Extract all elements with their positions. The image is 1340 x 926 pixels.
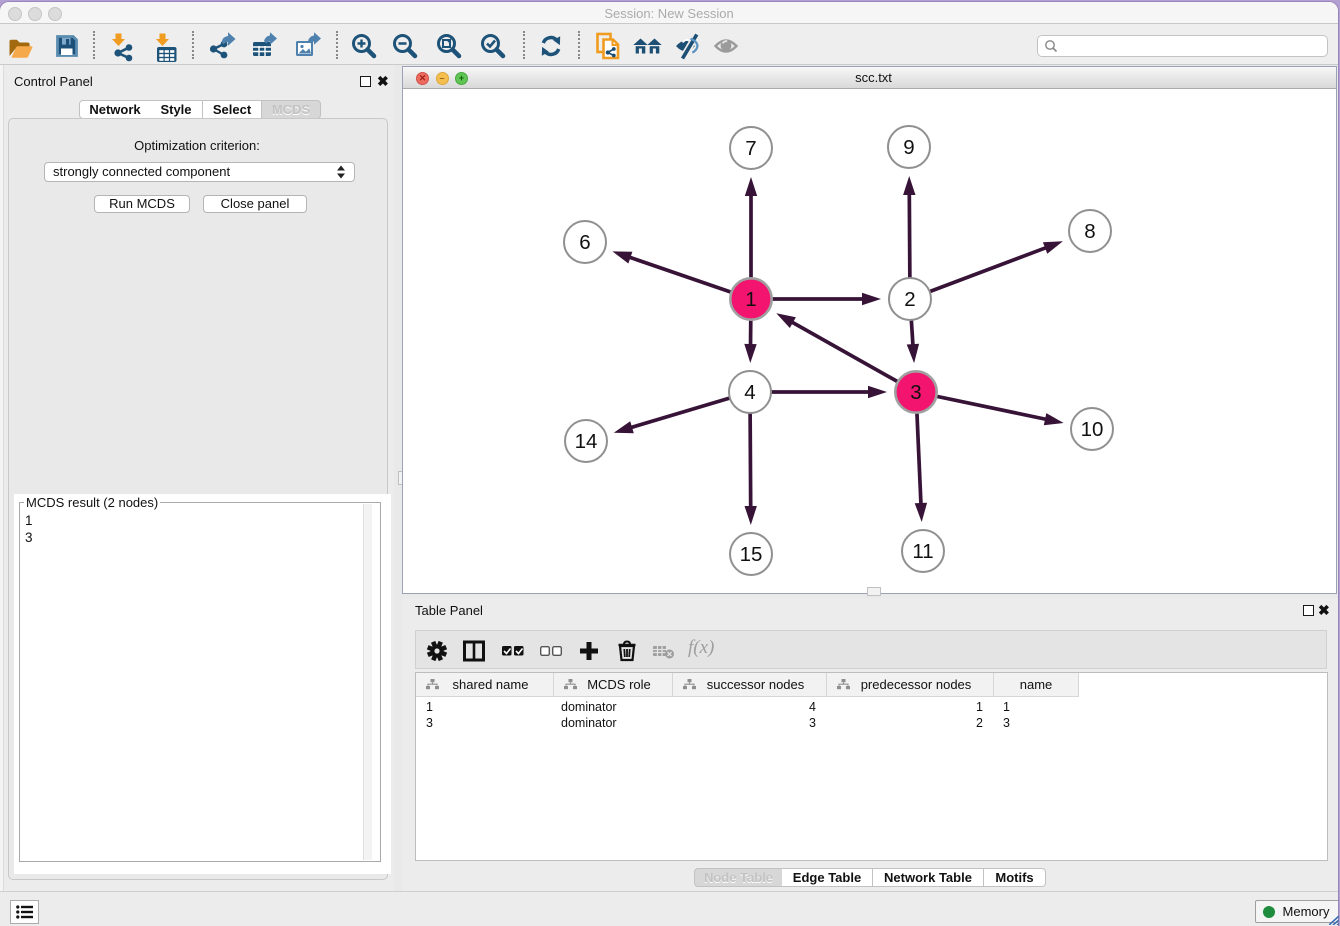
- svg-text:3: 3: [910, 381, 921, 404]
- svg-text:11: 11: [912, 540, 933, 563]
- svg-text:4: 4: [744, 381, 755, 404]
- svg-text:14: 14: [575, 430, 598, 453]
- svg-text:2: 2: [904, 288, 915, 311]
- svg-text:8: 8: [1084, 220, 1095, 243]
- svg-text:10: 10: [1081, 418, 1104, 441]
- svg-text:7: 7: [745, 137, 756, 160]
- svg-text:9: 9: [903, 136, 914, 159]
- svg-text:15: 15: [740, 543, 763, 566]
- svg-text:6: 6: [579, 231, 590, 254]
- svg-text:1: 1: [745, 288, 756, 311]
